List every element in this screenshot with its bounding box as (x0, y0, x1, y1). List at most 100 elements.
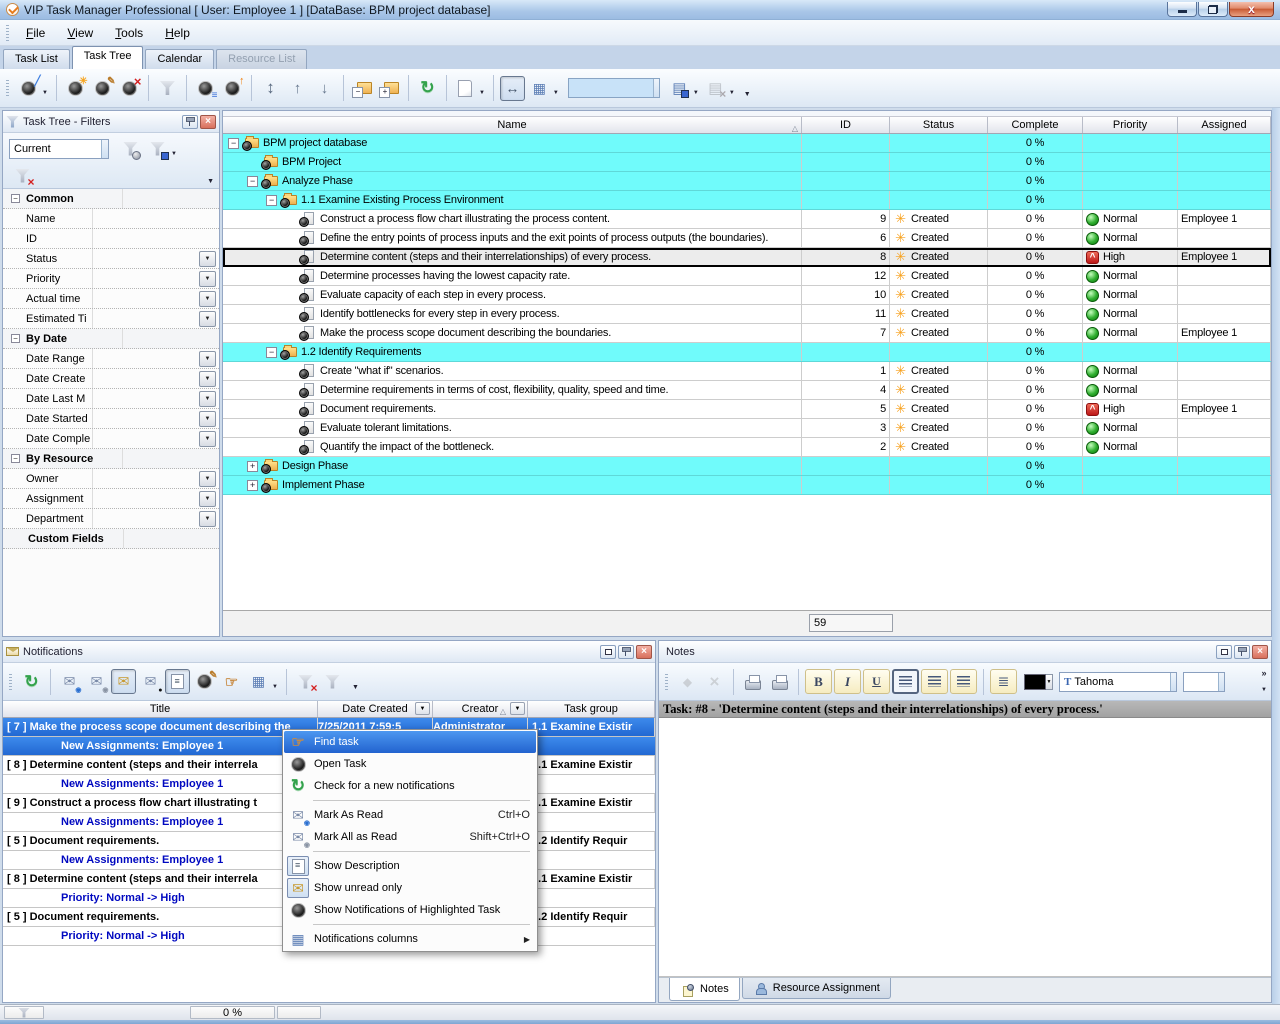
toolbar-button[interactable] (377, 76, 402, 101)
dropdown-arrow[interactable]: ▼ (553, 90, 559, 96)
column-header-task-group[interactable]: Task group (528, 701, 655, 717)
context-menu-item[interactable]: Find task ▶ (284, 731, 536, 753)
menu-item[interactable]: View (56, 22, 104, 44)
tree-expander[interactable] (247, 461, 258, 472)
toolbar-overflow-icon[interactable]: ▼ (1261, 686, 1267, 695)
toolbar-button[interactable] (155, 76, 180, 101)
task-tree-row[interactable]: Determine processes having the lowest ca… (223, 267, 1271, 286)
task-tree-row[interactable]: Define the entry points of process input… (223, 229, 1271, 248)
context-menu-item[interactable]: Open Task ▶ (284, 753, 536, 775)
column-header-assigned[interactable]: Assigned (1178, 117, 1271, 133)
filter-row[interactable]: By Resource ▼ (3, 449, 219, 469)
toolbar-button[interactable] (57, 669, 82, 694)
layout-combo[interactable] (568, 78, 660, 98)
toolbar-button[interactable] (834, 669, 861, 694)
close-button[interactable]: x (1229, 2, 1274, 17)
filter-dropdown-button[interactable]: ▼ (199, 411, 216, 427)
toolbar-button[interactable] (312, 76, 337, 101)
toolbar-button[interactable] (500, 76, 525, 101)
filter-value-field[interactable] (92, 289, 199, 308)
group-collapse-icon[interactable] (11, 454, 20, 463)
filter-dropdown-button[interactable]: ▼ (199, 371, 216, 387)
toolbar-button[interactable] (19, 669, 44, 694)
toolbar-button[interactable] (192, 669, 217, 694)
filter-row[interactable]: Date Range ▼ (3, 349, 219, 369)
task-tree-row[interactable]: Document requirements. 5 Created 0 % Hig… (223, 400, 1271, 419)
filter-value-field[interactable] (92, 309, 199, 328)
toolbar-button[interactable] (145, 136, 170, 161)
filter-row[interactable]: Estimated Ti ▼ (3, 309, 219, 329)
filter-value-field[interactable] (92, 429, 199, 448)
task-tree-row[interactable]: 1.2 Identify Requirements 0 % (223, 343, 1271, 362)
task-tree-row[interactable]: Make the process scope document describi… (223, 324, 1271, 343)
filter-value-field[interactable] (92, 209, 219, 228)
group-collapse-icon[interactable] (11, 334, 20, 343)
toolbar-button[interactable] (863, 669, 890, 694)
menu-item[interactable]: Help (154, 22, 201, 44)
filter-row[interactable]: Assignment ▼ (3, 489, 219, 509)
toolbar-button[interactable] (219, 669, 244, 694)
menu-item[interactable]: Tools (104, 22, 154, 44)
toolbar-button[interactable] (118, 136, 143, 161)
column-header-status[interactable]: Status (890, 117, 988, 133)
column-header-complete[interactable]: Complete (988, 117, 1083, 133)
toolbar-button[interactable] (527, 76, 552, 101)
close-panel-button[interactable]: × (200, 115, 216, 129)
filter-value-field[interactable] (92, 389, 199, 408)
restore-panel-button[interactable] (600, 645, 616, 659)
toolbar-button[interactable] (740, 669, 765, 694)
filter-dropdown-button[interactable]: ▼ (199, 391, 216, 407)
task-tree-row[interactable]: Create "what if" scenarios. 1 Created 0 … (223, 362, 1271, 381)
filter-row[interactable]: Department ▼ (3, 509, 219, 529)
filter-row[interactable]: Custom Fields ▼ (3, 529, 219, 549)
task-tree-row[interactable]: Determine content (steps and their inter… (223, 248, 1271, 267)
tree-expander[interactable] (228, 138, 239, 149)
toolbar-button[interactable] (246, 669, 271, 694)
toolbar-button[interactable] (165, 669, 190, 694)
menu-item[interactable]: File (15, 22, 56, 44)
toolbar-button[interactable] (293, 669, 318, 694)
view-tab[interactable]: Task List (3, 49, 70, 69)
toolbar-button[interactable] (415, 76, 440, 101)
toolbar-button[interactable] (10, 163, 35, 188)
context-menu-item[interactable]: Check for a new notifications ▶ (284, 775, 536, 797)
toolbar-button[interactable] (892, 669, 919, 694)
task-tree-row[interactable]: Identify bottlenecks for every step in e… (223, 305, 1271, 324)
tree-expander[interactable] (247, 480, 258, 491)
tree-expander[interactable] (266, 347, 277, 358)
filter-preset-combo[interactable]: Current (9, 139, 109, 159)
pin-button[interactable] (618, 645, 634, 659)
toolbar-more-icon[interactable]: » (1262, 669, 1267, 678)
dropdown-arrow[interactable]: ▼ (171, 151, 177, 157)
toolbar-button[interactable] (285, 76, 310, 101)
column-header-id[interactable]: ID (802, 117, 890, 133)
filter-dropdown-button[interactable]: ▼ (199, 311, 216, 327)
close-panel-button[interactable]: × (1252, 645, 1268, 659)
dropdown-arrow[interactable]: ▼ (42, 90, 48, 96)
dropdown-arrow[interactable]: ▼ (729, 90, 735, 96)
dropdown-arrow[interactable]: ▼ (479, 90, 485, 96)
task-tree-row[interactable]: Determine requirements in terms of cost,… (223, 381, 1271, 400)
toolbar-button[interactable] (703, 76, 728, 101)
filter-row[interactable]: By Date ▼ (3, 329, 219, 349)
toolbar-button[interactable] (16, 76, 41, 101)
toolbar-button[interactable] (675, 669, 700, 694)
column-header-date-created[interactable]: Date Created▼ (318, 701, 433, 717)
task-tree-row[interactable]: Analyze Phase 0 % (223, 172, 1271, 191)
filter-dropdown-button[interactable]: ▼ (199, 351, 216, 367)
toolbar-button[interactable] (667, 76, 692, 101)
filter-dropdown-button[interactable]: ▼ (199, 491, 216, 507)
view-tab[interactable]: Calendar (145, 49, 214, 69)
filter-value-field[interactable] (92, 349, 199, 368)
view-tab[interactable]: Resource List (216, 49, 307, 69)
toolbar-button[interactable] (805, 669, 832, 694)
context-menu-item[interactable]: ▶ (284, 797, 536, 804)
toolbar-button[interactable] (117, 76, 142, 101)
filter-value-field[interactable] (92, 409, 199, 428)
task-tree-row[interactable]: Quantify the impact of the bottleneck. 2… (223, 438, 1271, 457)
filter-row[interactable]: Date Create ▼ (3, 369, 219, 389)
toolbar-button[interactable] (258, 76, 283, 101)
view-tab[interactable]: Task Tree (72, 46, 144, 69)
filter-row[interactable]: ID ▼ (3, 229, 219, 249)
toolbar-button[interactable] (453, 76, 478, 101)
